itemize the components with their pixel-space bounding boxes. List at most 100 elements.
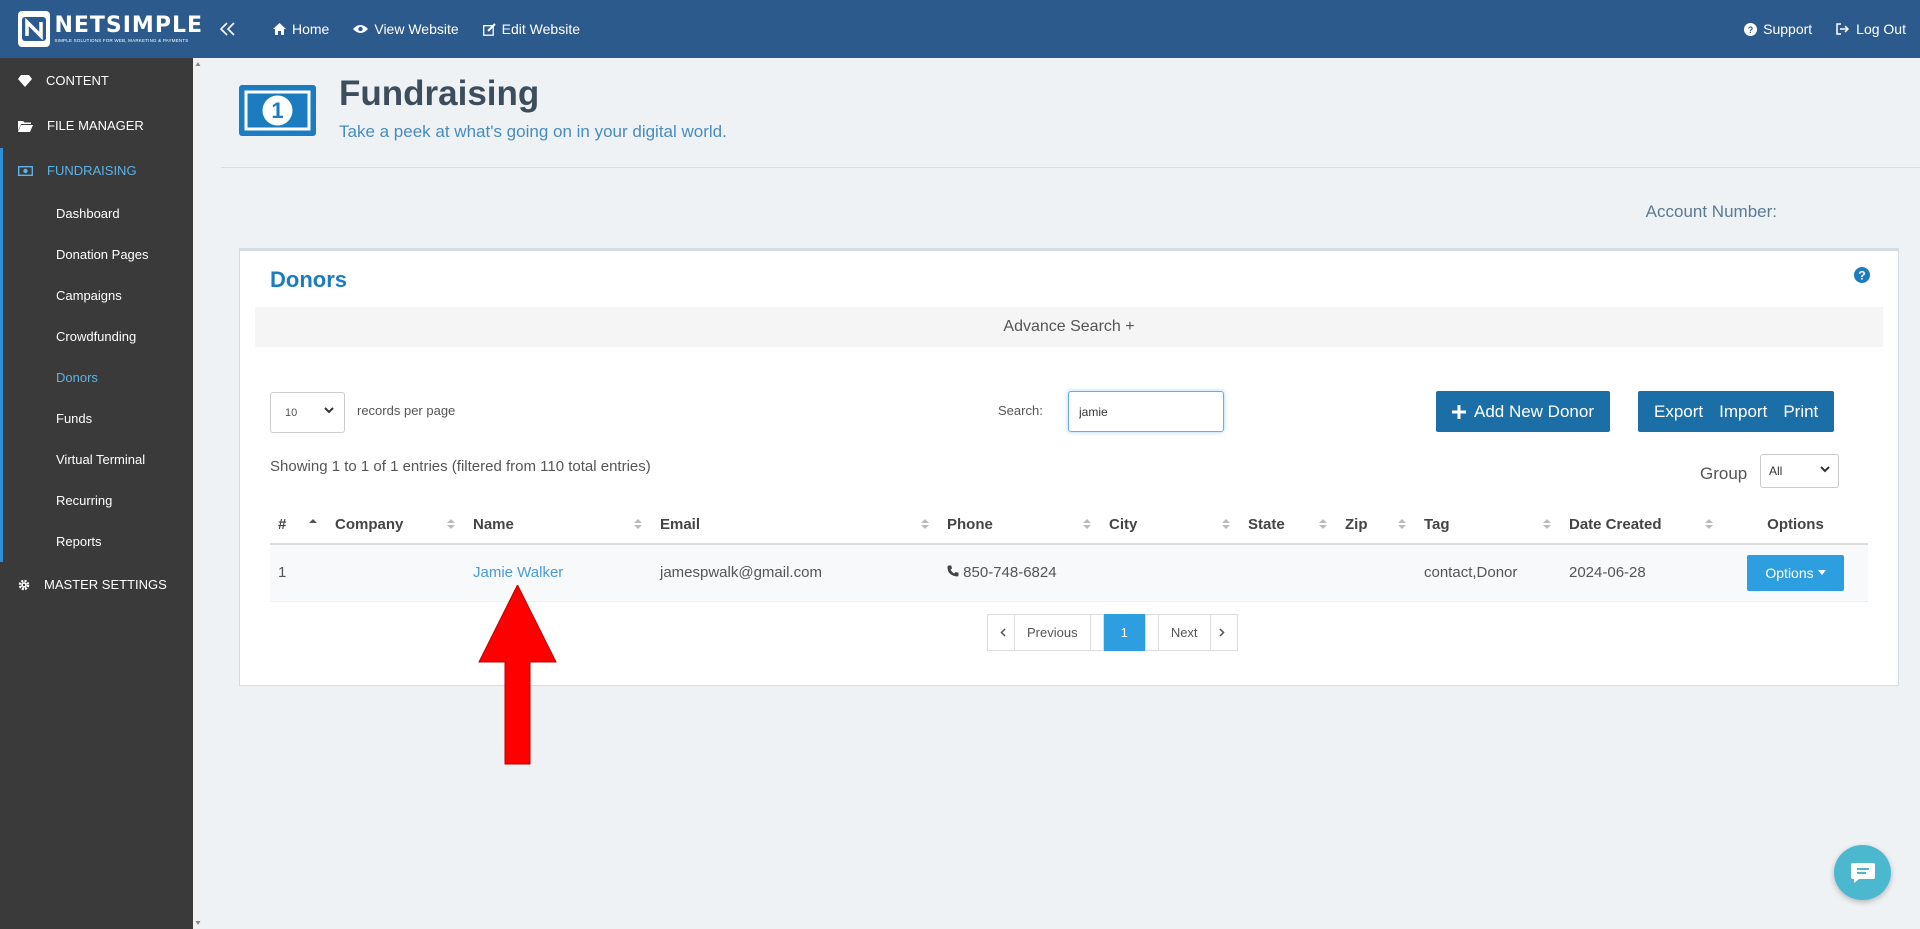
cell-phone: 850-748-6824 [939, 544, 1101, 602]
cell-zip [1337, 544, 1416, 602]
page-subtitle: Take a peek at what's going on in your d… [339, 122, 727, 141]
column-header-tag[interactable]: Tag [1416, 505, 1561, 545]
support-label: Support [1763, 21, 1813, 37]
records-per-page-label: records per page [357, 403, 456, 418]
panel-title: Donors [270, 267, 347, 292]
export-button[interactable]: Export [1638, 391, 1711, 432]
add-new-donor-button[interactable]: Add New Donor [1436, 391, 1610, 432]
sidebar-sub-dashboard[interactable]: Dashboard [3, 193, 203, 234]
chat-icon [1850, 862, 1875, 883]
svg-text:?: ? [1748, 25, 1754, 35]
gear-icon [18, 579, 30, 590]
showing-entries-text: Showing 1 to 1 of 1 entries (filtered fr… [270, 458, 651, 475]
cell-city [1101, 544, 1240, 602]
column-header-zip[interactable]: Zip [1337, 505, 1416, 545]
sort-icon [1398, 519, 1406, 529]
sort-asc-icon [309, 519, 317, 523]
sort-icon [1083, 519, 1091, 529]
records-per-page-select[interactable]: 10 [270, 392, 345, 433]
column-header-phone[interactable]: Phone [939, 505, 1101, 545]
sidebar-item-label: CONTENT [46, 73, 109, 88]
eye-icon [353, 25, 369, 33]
page-1-button[interactable]: 1 [1103, 614, 1145, 651]
group-select-value: All [1769, 464, 1783, 478]
chevron-left-icon [1000, 628, 1006, 637]
svg-text:1: 1 [271, 98, 283, 123]
sort-icon [1543, 519, 1551, 529]
cell-email: jamespwalk@gmail.com [652, 544, 939, 602]
logo[interactable]: NETSIMPLE SIMPLE SOLUTIONS FOR WEB, MARK… [0, 0, 203, 58]
options-dropdown-button[interactable]: Options [1747, 554, 1844, 591]
chevron-down-icon [1820, 466, 1830, 473]
export-import-print-group: Export Import Print [1638, 391, 1835, 432]
phone-icon [947, 565, 959, 577]
money-bill-icon: 1 [239, 85, 316, 136]
chat-widget-button[interactable] [1834, 845, 1891, 900]
previous-page-button[interactable]: Previous [987, 614, 1104, 651]
question-circle-icon: ? [1744, 22, 1758, 36]
edit-icon [482, 22, 496, 36]
home-icon [273, 23, 286, 35]
next-page-button[interactable]: Next [1144, 614, 1238, 651]
column-header-name[interactable]: Name [465, 505, 652, 545]
chevron-right-icon [1219, 628, 1225, 637]
donor-name-link[interactable]: Jamie Walker [473, 564, 563, 581]
cell-options: Options [1723, 544, 1868, 602]
collapse-sidebar-icon[interactable] [219, 21, 249, 37]
sidebar-sub-reports[interactable]: Reports [3, 521, 203, 562]
sidebar-item-content[interactable]: CONTENT [0, 58, 203, 103]
main-content: 1 Fundraising Take a peek at what's goin… [221, 58, 1920, 929]
column-header-number[interactable]: # [270, 505, 327, 545]
previous-label: Previous [1014, 614, 1091, 651]
page-title: Fundraising [339, 74, 540, 113]
cell-company [327, 544, 465, 602]
nav-edit-website-label: Edit Website [501, 21, 581, 37]
column-header-email[interactable]: Email [652, 505, 939, 545]
sidebar-sub-funds[interactable]: Funds [3, 398, 203, 439]
sidebar-sub-crowdfunding[interactable]: Crowdfunding [3, 316, 203, 357]
support-link[interactable]: ? Support [1744, 21, 1812, 37]
help-icon[interactable]: ? [1854, 267, 1870, 288]
import-button[interactable]: Import [1711, 391, 1775, 432]
print-button[interactable]: Print [1775, 391, 1834, 432]
advance-search-toggle[interactable]: Advance Search + [255, 307, 1883, 347]
cell-tag: contact,Donor [1416, 544, 1561, 602]
sidebar-item-file-manager[interactable]: FILE MANAGER [0, 103, 203, 148]
group-select[interactable]: All [1760, 454, 1839, 488]
logout-link[interactable]: Log Out [1836, 21, 1906, 37]
nav-home[interactable]: Home [273, 21, 329, 37]
sort-icon [1222, 519, 1230, 529]
sidebar-scrollbar[interactable] [193, 58, 203, 929]
column-header-date-created[interactable]: Date Created [1561, 505, 1723, 545]
svg-text:?: ? [1858, 269, 1865, 283]
sidebar-item-fundraising[interactable]: FUNDRAISING [3, 148, 203, 193]
page-header: 1 Fundraising Take a peek at what's goin… [221, 58, 1920, 168]
column-header-company[interactable]: Company [327, 505, 465, 545]
annotation-arrow-icon [478, 585, 557, 765]
search-input[interactable] [1068, 391, 1224, 432]
group-label: Group [1700, 464, 1748, 483]
folder-icon [18, 120, 33, 132]
nav-edit-website[interactable]: Edit Website [482, 21, 581, 37]
sidebar-item-master-settings[interactable]: MASTER SETTINGS [0, 562, 203, 607]
sidebar-sub-recurring[interactable]: Recurring [3, 480, 203, 521]
column-header-state[interactable]: State [1240, 505, 1337, 545]
add-new-donor-label: Add New Donor [1473, 401, 1594, 421]
plus-icon [1451, 404, 1466, 419]
pagination: Previous 1 Next [987, 614, 1238, 651]
sidebar-sub-donors[interactable]: Donors [3, 357, 203, 398]
logo-tagline: SIMPLE SOLUTIONS FOR WEB, MARKETING & PA… [54, 37, 189, 43]
sidebar-sub-donation-pages[interactable]: Donation Pages [3, 234, 203, 275]
column-header-city[interactable]: City [1101, 505, 1240, 545]
nav-view-website[interactable]: View Website [353, 21, 459, 37]
sort-icon [921, 519, 929, 529]
nav-home-label: Home [292, 21, 330, 37]
sidebar: CONTENT FILE MANAGER FUNDRAISING Dashboa… [0, 58, 203, 929]
phone-number: 850-748-6824 [963, 564, 1057, 582]
money-icon [18, 165, 33, 176]
options-label: Options [1765, 564, 1814, 581]
sidebar-sub-campaigns[interactable]: Campaigns [3, 275, 203, 316]
sidebar-item-label: FUNDRAISING [47, 163, 137, 178]
cell-state [1240, 544, 1337, 602]
sidebar-sub-virtual-terminal[interactable]: Virtual Terminal [3, 439, 203, 480]
